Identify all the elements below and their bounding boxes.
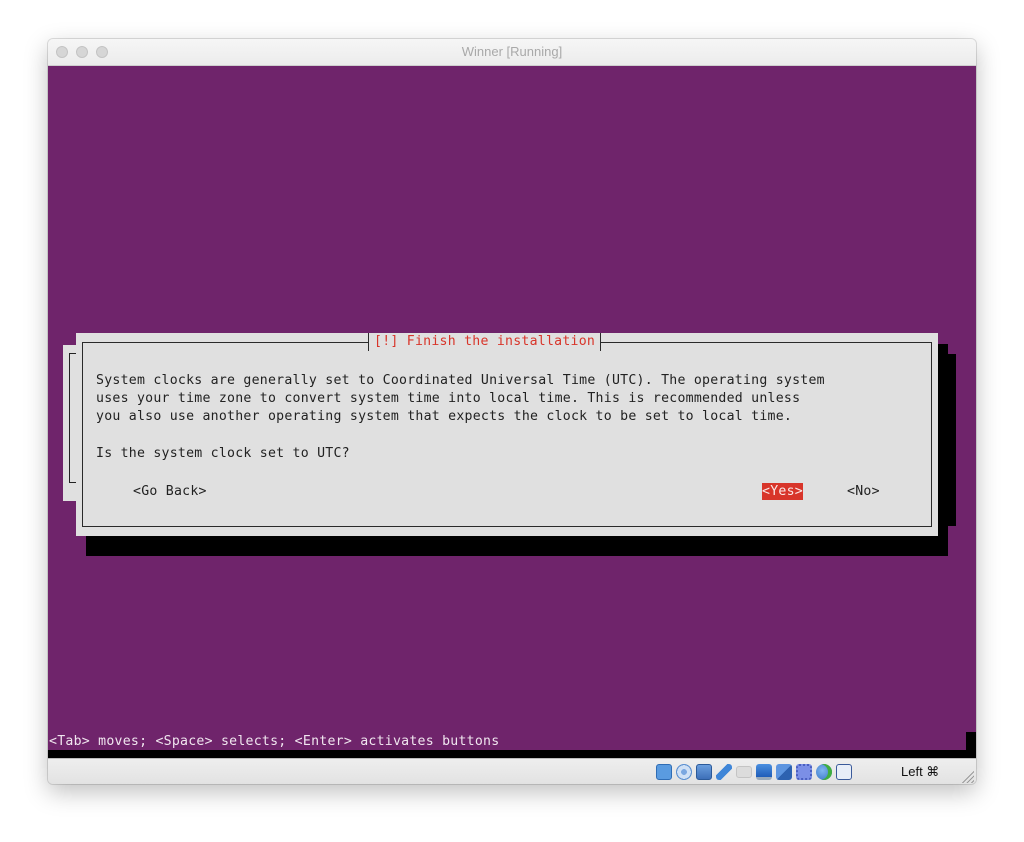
optical-drive-icon[interactable]: [676, 764, 692, 780]
finish-installation-dialog: [!] Finish the installation System clock…: [76, 333, 938, 536]
virtualbox-window: Winner [Running] [!] Finish the installa…: [48, 39, 976, 784]
hard-disk-icon[interactable]: [656, 764, 672, 780]
dialog-question: Is the system clock set to UTC?: [96, 446, 350, 461]
vm-console-screen[interactable]: [!] Finish the installation System clock…: [48, 66, 976, 758]
go-back-button[interactable]: <Go Back>: [133, 483, 207, 500]
usb-icon[interactable]: [716, 764, 732, 780]
no-button[interactable]: <No>: [847, 483, 880, 500]
window-title: Winner [Running]: [461, 44, 563, 59]
console-cursor-block: [966, 732, 976, 752]
title-bar[interactable]: Winner [Running]: [48, 39, 976, 66]
dialog-body-line-1: System clocks are generally set to Coord…: [96, 373, 825, 388]
dialog-frame: [82, 342, 932, 527]
keyboard-hint: <Tab> moves; <Space> selects; <Enter> ac…: [49, 734, 500, 749]
video-capture-icon[interactable]: [776, 764, 792, 780]
keyboard-capture-icon[interactable]: [836, 764, 852, 780]
display-icon[interactable]: [756, 764, 772, 780]
console-bottom-bar: [48, 750, 976, 758]
vm-status-bar: Left ⌘: [48, 758, 976, 784]
dialog-title: [!] Finish the installation: [368, 333, 602, 351]
dialog-body-line-2: uses your time zone to convert system ti…: [96, 391, 801, 406]
host-key-label: Left ⌘: [901, 764, 940, 779]
dialog-body-line-3: you also use another operating system th…: [96, 409, 793, 424]
mouse-integration-icon[interactable]: [816, 764, 832, 780]
resize-grip[interactable]: [962, 771, 974, 783]
network-icon[interactable]: [696, 764, 712, 780]
shared-folder-icon[interactable]: [736, 766, 752, 778]
yes-button[interactable]: <Yes>: [762, 483, 803, 500]
cpu-icon[interactable]: [796, 764, 812, 780]
